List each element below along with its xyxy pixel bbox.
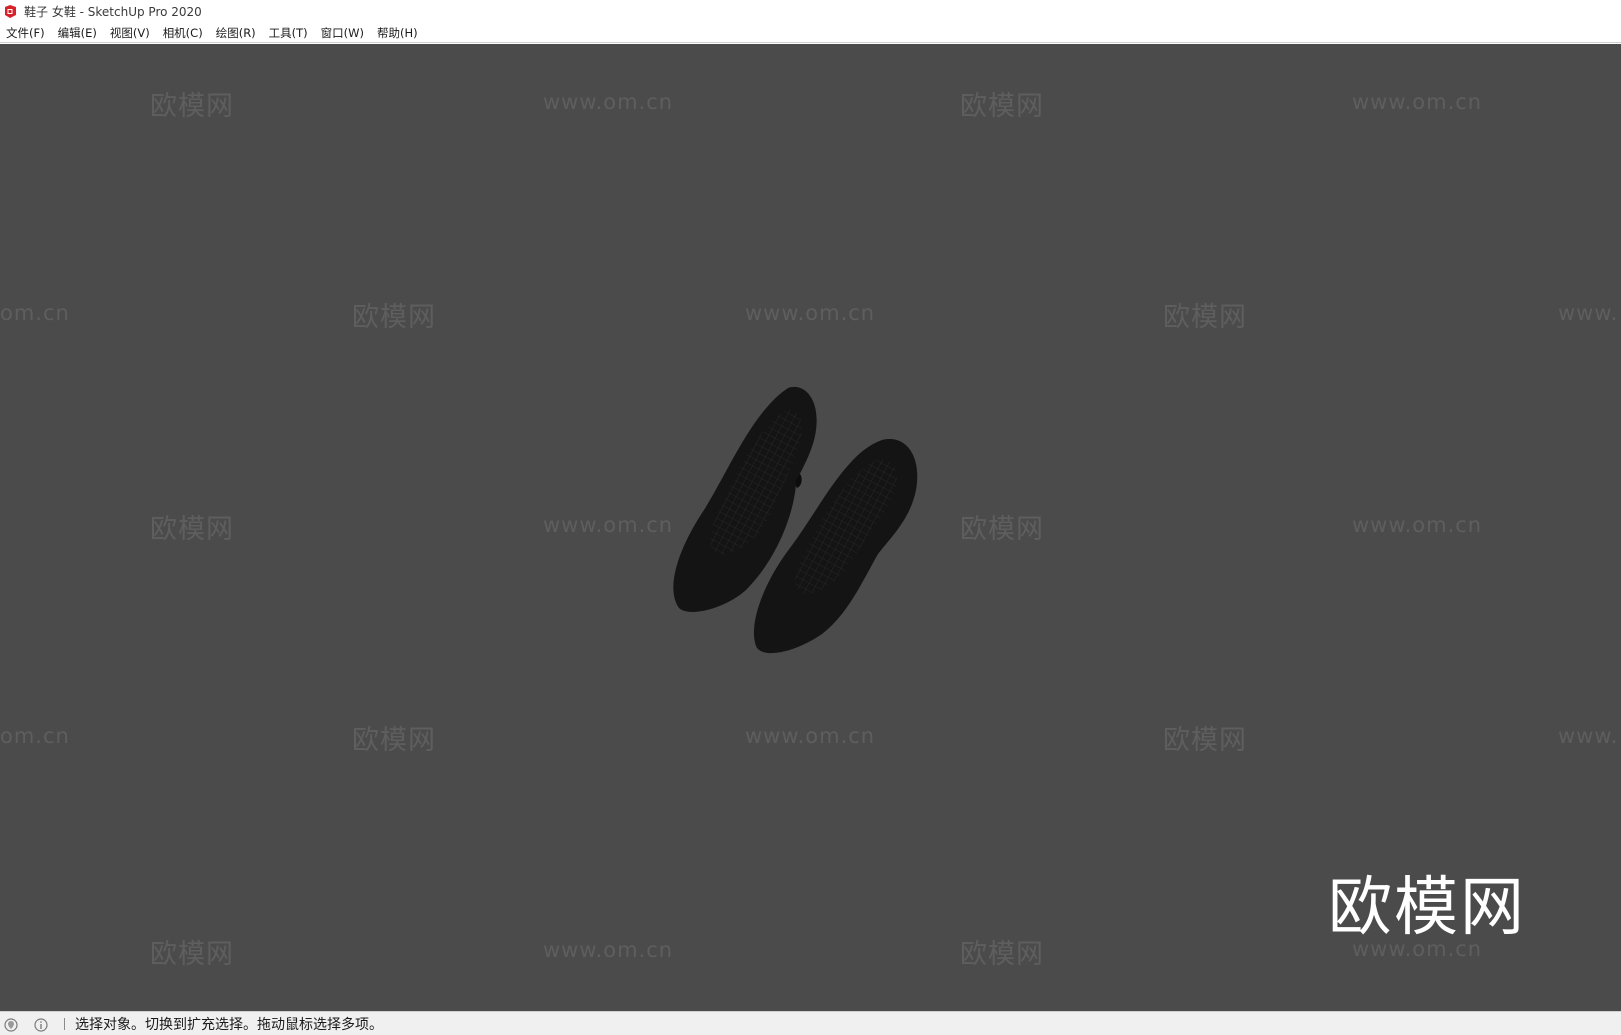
watermark-cn: 欧模网 — [150, 91, 234, 122]
watermark-url: www.om.cn — [543, 938, 674, 962]
watermark-url-partial: om.cn — [0, 301, 70, 325]
status-message: 选择对象。切换到扩充选择。拖动鼠标选择多项。 — [75, 1016, 383, 1033]
watermark-cn: 欧模网 — [150, 939, 234, 970]
status-bar: 选择对象。切换到扩充选择。拖动鼠标选择多项。 — [0, 1011, 1621, 1035]
menu-draw[interactable]: 绘图(R) — [216, 25, 256, 41]
menu-window[interactable]: 窗口(W) — [321, 25, 364, 41]
status-separator — [64, 1017, 65, 1030]
watermark-cn: 欧模网 — [960, 91, 1044, 122]
watermark-cn: 欧模网 — [960, 514, 1044, 545]
sketchup-app-icon[interactable] — [3, 4, 18, 19]
watermark-url: www.om.cn — [745, 301, 876, 325]
watermark-url: www.om.cn — [745, 724, 876, 748]
geolocation-icon[interactable] — [4, 1017, 18, 1032]
menu-camera[interactable]: 相机(C) — [163, 25, 203, 41]
watermark-cn: 欧模网 — [352, 302, 436, 333]
info-icon[interactable] — [34, 1017, 48, 1032]
menu-tools[interactable]: 工具(T) — [269, 25, 308, 41]
watermark-cn: 欧模网 — [1163, 725, 1247, 756]
watermark-url-partial: www. — [1558, 724, 1619, 748]
watermark-cn: 欧模网 — [352, 725, 436, 756]
window-title: 鞋子 女鞋 - SketchUp Pro 2020 — [24, 5, 202, 19]
modeling-viewport[interactable]: 欧模网 www.om.cn 欧模网 www.om.cn om.cn 欧模网 ww… — [0, 44, 1621, 1011]
watermark-url-partial: www. — [1558, 301, 1619, 325]
watermark-cn: 欧模网 — [1163, 302, 1247, 333]
shoe-model[interactable] — [670, 382, 940, 672]
menu-file[interactable]: 文件(F) — [6, 25, 45, 41]
watermark-url-partial: om.cn — [0, 724, 70, 748]
menu-view[interactable]: 视图(V) — [110, 25, 150, 41]
watermark-url: www.om.cn — [1352, 90, 1483, 114]
watermark-url: www.om.cn — [1352, 513, 1483, 537]
watermark-cn: 欧模网 — [960, 939, 1044, 970]
watermark-cn: 欧模网 — [150, 514, 234, 545]
menu-bar: 文件(F) 编辑(E) 视图(V) 相机(C) 绘图(R) 工具(T) 窗口(W… — [0, 23, 1621, 43]
watermark-url: www.om.cn — [543, 90, 674, 114]
watermark-url: www.om.cn — [543, 513, 674, 537]
menu-edit[interactable]: 编辑(E) — [58, 25, 97, 41]
brand-logo-url: www.om.cn — [1352, 937, 1483, 961]
title-bar: 鞋子 女鞋 - SketchUp Pro 2020 — [0, 0, 1621, 23]
brand-logo: 欧模网 — [1328, 871, 1526, 945]
menu-help[interactable]: 帮助(H) — [377, 25, 418, 41]
